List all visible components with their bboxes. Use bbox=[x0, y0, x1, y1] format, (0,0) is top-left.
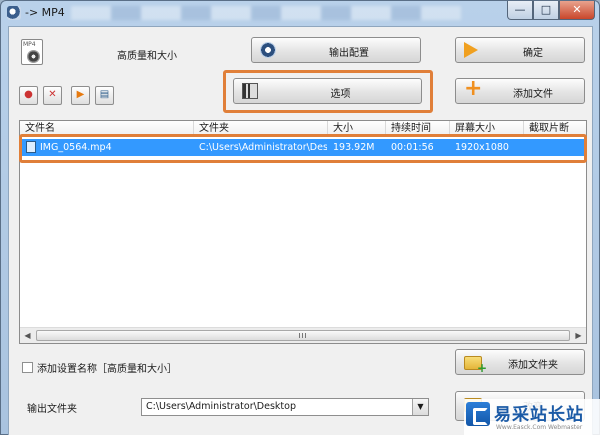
folder-add-icon bbox=[464, 356, 487, 375]
app-icon bbox=[7, 6, 21, 20]
scroll-right-icon[interactable]: ▶ bbox=[573, 330, 584, 341]
column-header-filename[interactable]: 文件名 bbox=[20, 121, 194, 137]
ok-button[interactable]: 确定 bbox=[455, 37, 585, 63]
disc-icon bbox=[27, 50, 40, 63]
play-icon: ▶ bbox=[76, 89, 85, 100]
row-duration: 00:01:56 bbox=[391, 142, 434, 153]
remove-file-button[interactable]: ● bbox=[19, 86, 38, 105]
column-header-clip[interactable]: 截取片断 bbox=[524, 121, 586, 137]
maximize-button[interactable]: □ bbox=[533, 1, 559, 20]
delete-icon: ✕ bbox=[48, 89, 57, 100]
media-info-button[interactable]: ▤ bbox=[95, 86, 114, 105]
output-folder-label: 输出文件夹 bbox=[27, 404, 77, 415]
options-button[interactable]: 选项 bbox=[233, 78, 422, 104]
column-header-screen-size[interactable]: 屏幕大小 bbox=[450, 121, 524, 137]
watermark-url: Www.Easck.Com Webmaster bbox=[496, 424, 583, 431]
column-header-folder[interactable]: 文件夹 bbox=[194, 121, 328, 137]
profile-label: 高质量和大小 bbox=[117, 51, 177, 62]
arrow-right-icon bbox=[464, 42, 478, 58]
scroll-left-icon[interactable]: ◀ bbox=[22, 330, 33, 341]
title-bar[interactable]: -> MP4 — □ ✕ bbox=[1, 1, 599, 25]
row-filename: IMG_0564.mp4 bbox=[40, 142, 112, 153]
add-folder-button[interactable]: 添加文件夹 bbox=[455, 349, 585, 375]
scrollbar-thumb[interactable] bbox=[36, 330, 570, 341]
chevron-down-icon[interactable]: ▼ bbox=[412, 399, 428, 415]
minimize-button[interactable]: — bbox=[507, 1, 533, 20]
film-options-icon bbox=[242, 83, 258, 99]
gear-icon bbox=[260, 42, 276, 58]
row-folder: C:\Users\Administrator\Des... bbox=[199, 142, 327, 153]
add-setting-name-label: 添加设置名称［高质量和大小］ bbox=[37, 364, 177, 375]
app-window: -> MP4 — □ ✕ MP4 高质量和大小 输出配置 确定 ● ✕ ▶ ▤ … bbox=[0, 0, 600, 435]
column-header-size[interactable]: 大小 bbox=[328, 121, 386, 137]
table-row[interactable]: IMG_0564.mp4 C:\Users\Administrator\Des.… bbox=[21, 139, 585, 156]
watermark-logo-icon bbox=[466, 402, 490, 426]
remove-icon: ● bbox=[24, 89, 33, 100]
output-config-button[interactable]: 输出配置 bbox=[251, 37, 421, 63]
add-file-button[interactable]: + 添加文件 bbox=[455, 78, 585, 104]
play-button[interactable]: ▶ bbox=[71, 86, 90, 105]
column-header-duration[interactable]: 持续时间 bbox=[386, 121, 450, 137]
plus-icon: + bbox=[464, 76, 483, 101]
row-screen-size: 1920x1080 bbox=[455, 142, 509, 153]
output-folder-value: C:\Users\Administrator\Desktop bbox=[146, 401, 296, 412]
window-title: -> MP4 bbox=[25, 6, 65, 19]
watermark-brand: 易采站长站 bbox=[494, 405, 584, 425]
blurred-taskbar-region bbox=[71, 6, 461, 20]
file-list[interactable]: 文件名 文件夹 大小 持续时间 屏幕大小 截取片断 IMG_0564.mp4 C… bbox=[19, 120, 587, 344]
site-watermark: 易采站长站 Www.Easck.Com Webmaster bbox=[464, 399, 600, 435]
horizontal-scrollbar[interactable]: ◀ ▶ bbox=[20, 327, 586, 343]
clear-list-button[interactable]: ✕ bbox=[43, 86, 62, 105]
mp4-profile-icon: MP4 bbox=[21, 39, 43, 65]
output-folder-select[interactable]: C:\Users\Administrator\Desktop ▼ bbox=[141, 398, 429, 416]
row-clip bbox=[524, 139, 584, 156]
close-button[interactable]: ✕ bbox=[559, 1, 595, 20]
row-size: 193.92M bbox=[333, 142, 375, 153]
grip-icon bbox=[299, 333, 307, 338]
file-list-header: 文件名 文件夹 大小 持续时间 屏幕大小 截取片断 bbox=[20, 121, 586, 137]
add-setting-name-checkbox[interactable] bbox=[22, 362, 33, 373]
dialog-client-area: MP4 高质量和大小 输出配置 确定 ● ✕ ▶ ▤ 选项 + 添加文件 文件名 bbox=[8, 26, 593, 435]
info-icon: ▤ bbox=[99, 89, 110, 100]
